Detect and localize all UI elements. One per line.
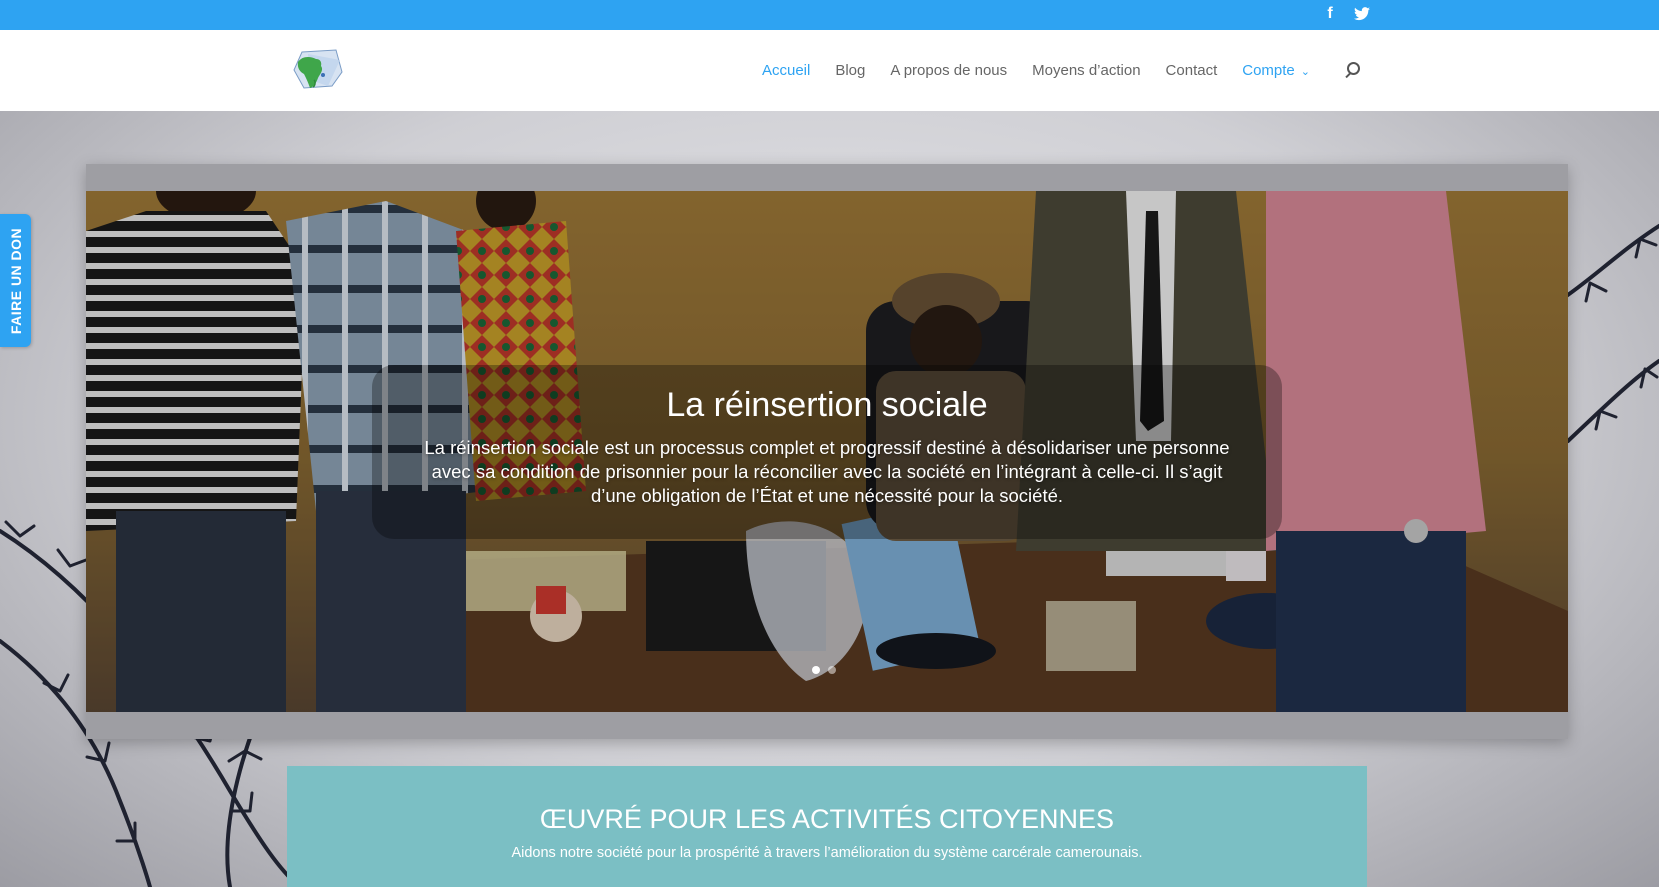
search-icon[interactable] bbox=[1343, 60, 1365, 82]
nav-a-propos[interactable]: A propos de nous bbox=[890, 62, 1007, 79]
twitter-bird-glyph bbox=[1354, 7, 1370, 21]
site-header: Accueil Blog A propos de nous Moyens d’a… bbox=[0, 30, 1659, 111]
social-links: f bbox=[1321, 3, 1371, 25]
chevron-down-icon: ⌄ bbox=[1300, 66, 1310, 78]
nav-moyens-action[interactable]: Moyens d’action bbox=[1032, 62, 1140, 79]
search-icon-handle bbox=[1345, 71, 1352, 78]
slider-pagination bbox=[812, 666, 836, 674]
slide-title: La réinsertion sociale bbox=[666, 386, 988, 424]
nav-compte[interactable]: Compte ⌄ bbox=[1242, 62, 1310, 79]
slider-dot-2[interactable] bbox=[828, 666, 836, 674]
twitter-icon[interactable] bbox=[1353, 3, 1371, 25]
top-bar: f bbox=[0, 0, 1659, 30]
site-logo[interactable] bbox=[288, 46, 344, 92]
slider-dot-1[interactable] bbox=[812, 666, 820, 674]
section-title: ŒUVRÉ POUR LES ACTIVITÉS CITOYENNES bbox=[539, 804, 1115, 834]
citizen-activities-section: ŒUVRÉ POUR LES ACTIVITÉS CITOYENNES Aido… bbox=[287, 766, 1367, 887]
nav-contact[interactable]: Contact bbox=[1166, 62, 1218, 79]
africa-map-logo bbox=[293, 49, 343, 89]
nav-accueil[interactable]: Accueil bbox=[762, 62, 810, 79]
nav-blog[interactable]: Blog bbox=[835, 62, 865, 79]
main-nav: Accueil Blog A propos de nous Moyens d’a… bbox=[762, 30, 1365, 111]
section-subtitle: Aidons notre société pour la prospérité … bbox=[511, 845, 1143, 861]
donate-tab-label: FAIRE UN DON bbox=[7, 227, 24, 334]
donate-tab[interactable]: FAIRE UN DON bbox=[0, 214, 31, 347]
nav-compte-label: Compte bbox=[1242, 62, 1295, 79]
facebook-icon[interactable]: f bbox=[1321, 3, 1339, 25]
slide-description: La réinsertion sociale est un processus … bbox=[424, 437, 1230, 506]
